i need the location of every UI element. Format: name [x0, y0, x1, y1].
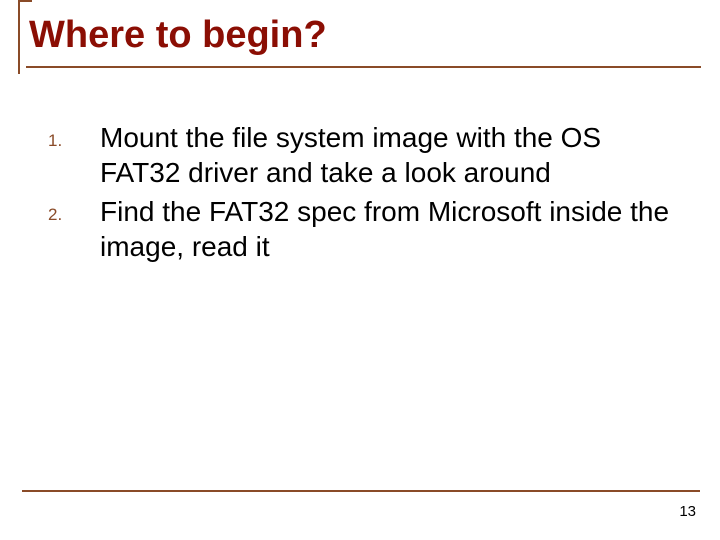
title-underline — [26, 66, 701, 68]
title-container: Where to begin? — [18, 0, 327, 57]
list-item: Mount the file system image with the OS … — [48, 120, 678, 190]
list-item: Find the FAT32 spec from Microsoft insid… — [48, 194, 678, 264]
title-bracket: Where to begin? — [18, 0, 327, 57]
slide-title: Where to begin? — [18, 14, 327, 57]
numbered-list: Mount the file system image with the OS … — [48, 120, 678, 264]
content-area: Mount the file system image with the OS … — [48, 120, 678, 268]
page-number: 13 — [679, 503, 696, 520]
slide: Where to begin? Mount the file system im… — [0, 0, 720, 540]
bottom-rule — [22, 490, 700, 492]
